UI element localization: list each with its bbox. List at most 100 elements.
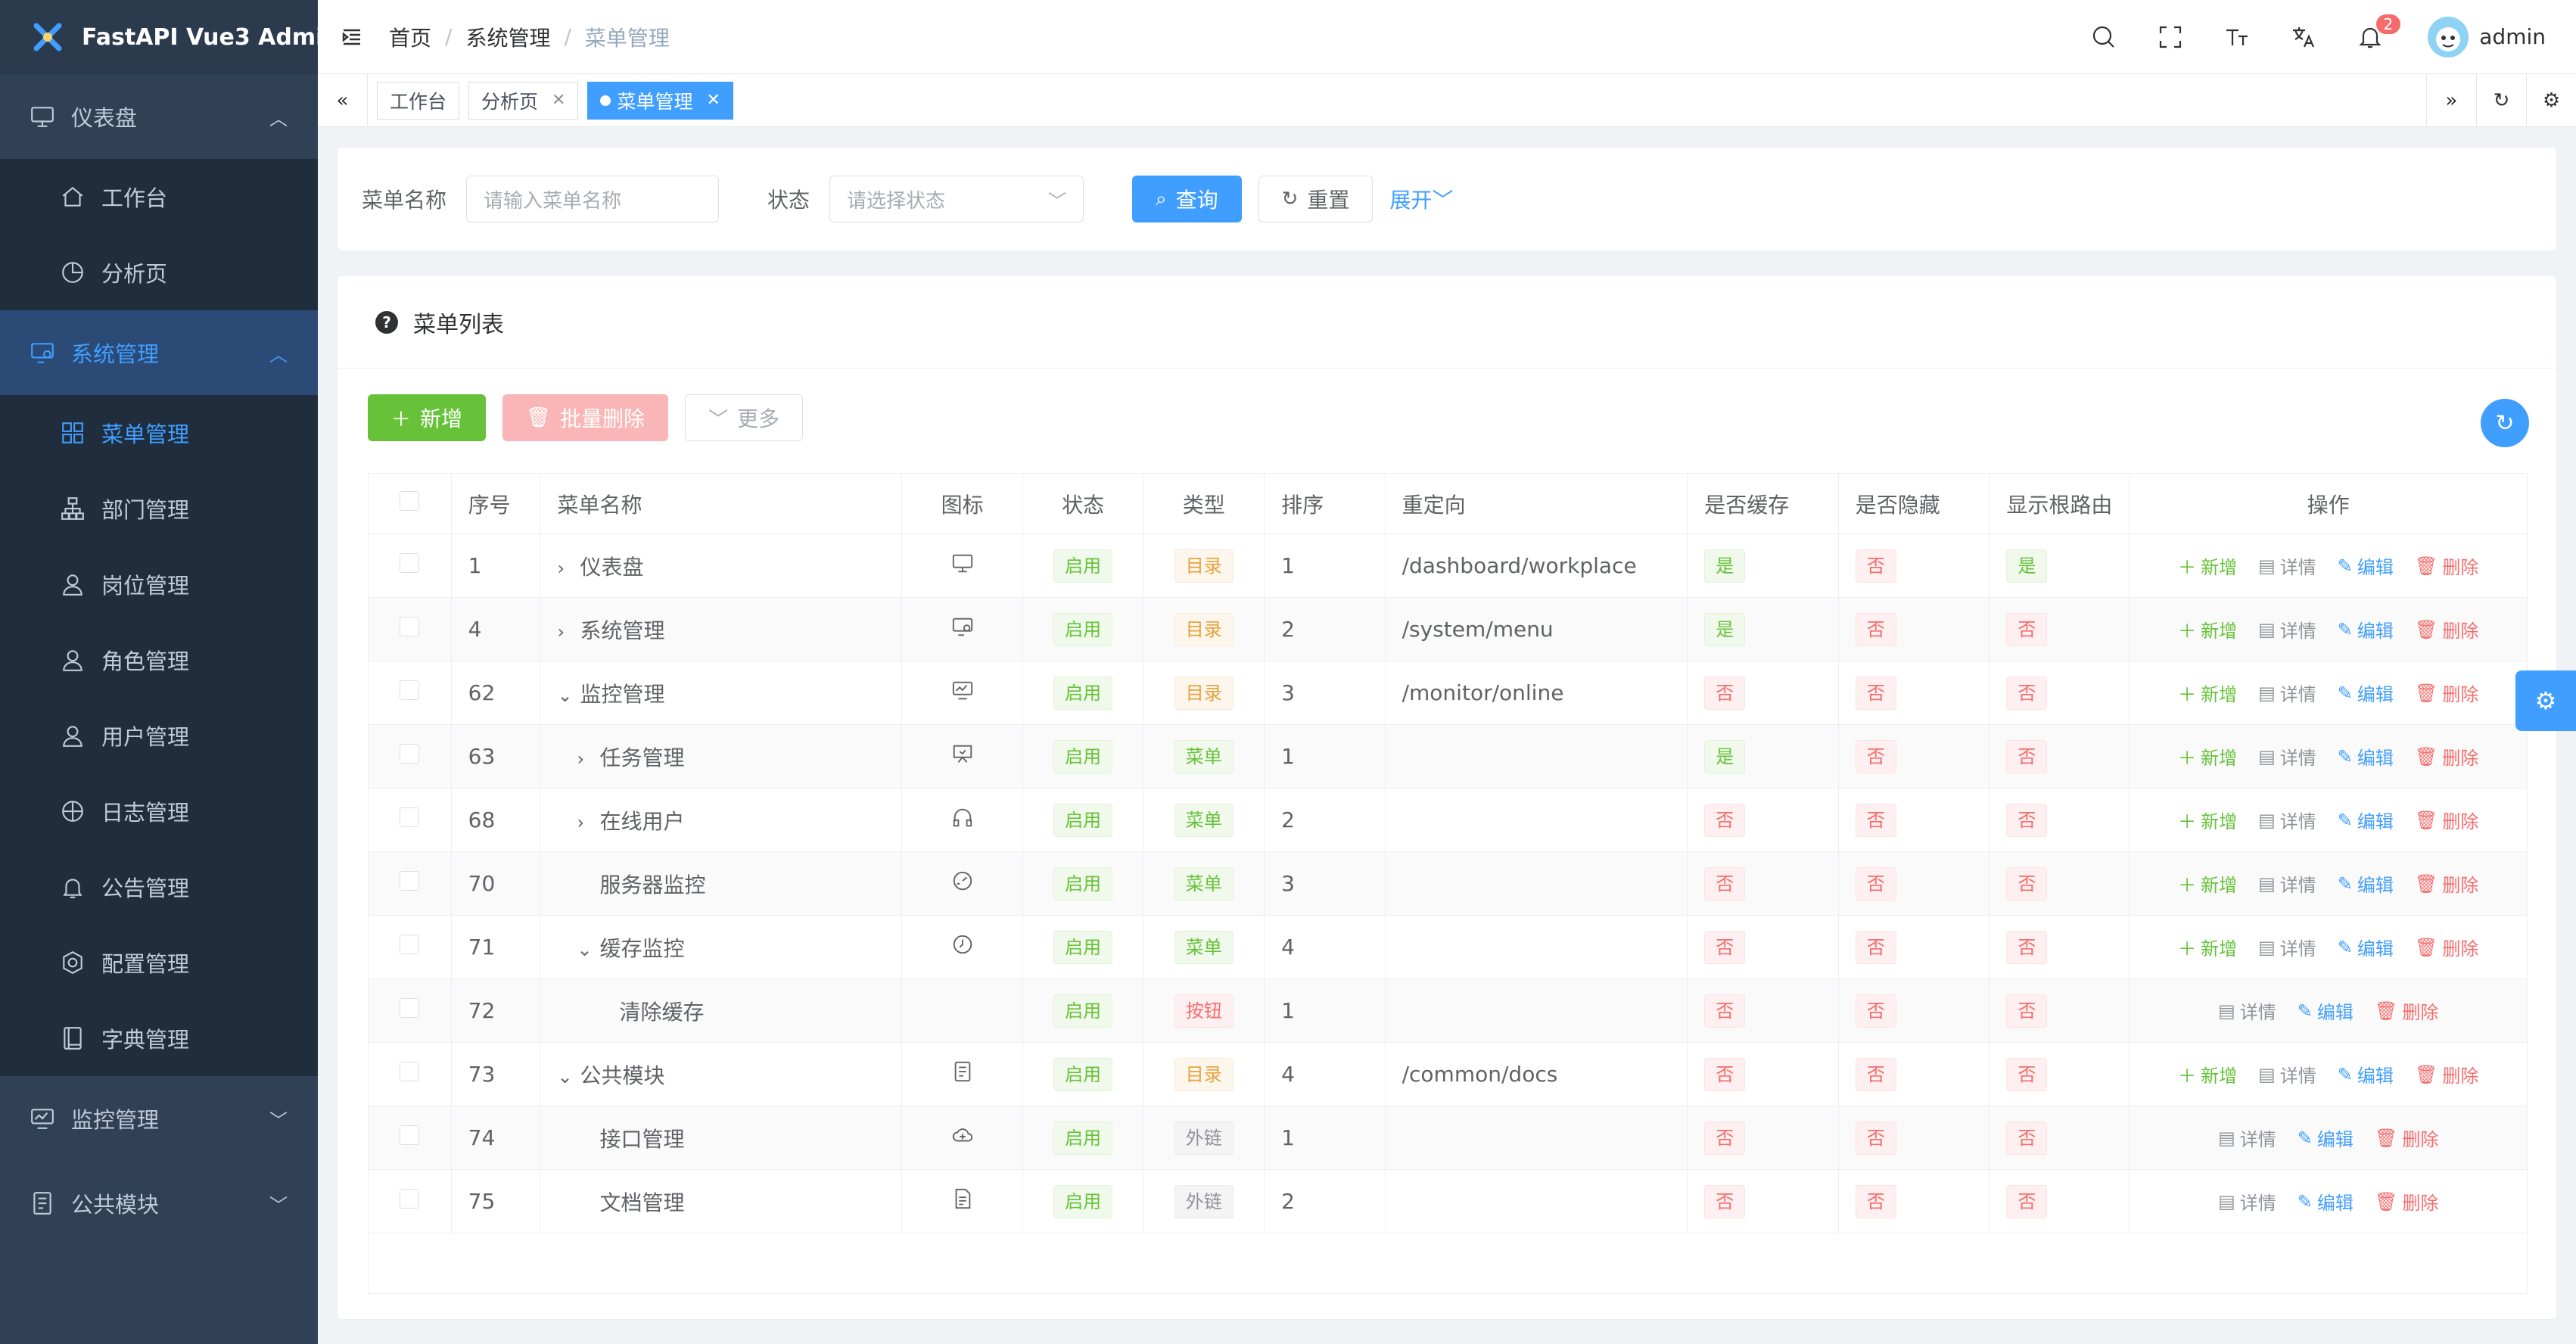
row-add-button[interactable]: ＋新增	[2178, 870, 2237, 897]
query-button[interactable]: ⌕ 查询	[1132, 176, 1242, 222]
row-add-button[interactable]: ＋新增	[2178, 552, 2237, 579]
row-edit-button[interactable]: ✎ 编辑	[2298, 1125, 2354, 1151]
row-detail-button[interactable]: ▤ 详情	[2218, 1125, 2276, 1151]
table-row[interactable]: 72 清除缓存 启用 按钮 1 否 否 否 ▤ 详情 ✎ 编辑 🗑 删除	[368, 978, 2528, 1043]
sidebar-item-13[interactable]: 监控管理 ﹀	[0, 1076, 318, 1161]
row-checkbox[interactable]	[400, 617, 420, 636]
table-refresh-icon[interactable]: ↻	[2481, 399, 2529, 447]
row-edit-button[interactable]: ✎ 编辑	[2298, 1188, 2354, 1215]
sidebar-item-7[interactable]: 角色管理	[0, 622, 318, 698]
select-all-cell[interactable]	[368, 473, 452, 534]
expand-arrow-icon[interactable]: ›	[577, 812, 599, 833]
sidebar-item-5[interactable]: 部门管理	[0, 471, 318, 546]
row-edit-button[interactable]: ✎ 编辑	[2338, 680, 2394, 706]
row-delete-button[interactable]: 🗑 删除	[2375, 997, 2438, 1024]
checkbox-cell[interactable]	[368, 788, 452, 852]
row-checkbox[interactable]	[400, 1125, 420, 1145]
status-select[interactable]: 请选择状态 ﹀	[829, 176, 1084, 222]
row-add-button[interactable]: ＋新增	[2178, 807, 2237, 833]
checkbox-cell[interactable]	[368, 661, 452, 725]
row-checkbox[interactable]	[400, 1189, 420, 1209]
row-detail-button[interactable]: ▤ 详情	[2258, 743, 2316, 770]
row-checkbox[interactable]	[400, 871, 420, 891]
row-edit-button[interactable]: ✎ 编辑	[2338, 1061, 2394, 1087]
refresh-icon[interactable]: ↻	[2476, 73, 2526, 127]
avatar[interactable]	[2428, 16, 2469, 58]
row-edit-button[interactable]: ✎ 编辑	[2338, 616, 2394, 642]
table-row[interactable]: 4 › 系统管理 启用 目录 2/system/menu 是否否＋新增 ▤ 详情 ✎ 编辑 🗑 删除	[368, 597, 2528, 661]
sidebar-item-4[interactable]: 菜单管理	[0, 395, 318, 471]
translate-icon[interactable]	[2288, 22, 2319, 52]
sidebar-item-6[interactable]: 岗位管理	[0, 546, 318, 622]
tag-workplace[interactable]: 工作台	[377, 81, 460, 120]
row-delete-button[interactable]: 🗑 删除	[2415, 680, 2478, 706]
table-row[interactable]: 74 接口管理 启用 外链 1 否 否 否 ▤ 详情 ✎ 编辑 🗑 删除	[368, 1106, 2528, 1170]
expand-arrow-icon[interactable]: ›	[557, 621, 580, 642]
row-delete-button[interactable]: 🗑 删除	[2415, 616, 2478, 642]
checkbox-cell[interactable]	[368, 597, 452, 661]
checkbox-cell[interactable]	[368, 534, 452, 598]
tags-scroll-left-icon[interactable]: «	[318, 73, 368, 127]
row-checkbox[interactable]	[400, 1062, 420, 1081]
expand-arrow-icon[interactable]: ›	[557, 558, 580, 579]
row-delete-button[interactable]: 🗑 删除	[2415, 934, 2478, 960]
table-row[interactable]: 73 ⌄ 公共模块 启用 目录 4/common/docs 否否否＋新增 ▤ 详情 ✎ 编辑 🗑 删除	[368, 1042, 2528, 1106]
row-edit-button[interactable]: ✎ 编辑	[2298, 997, 2354, 1024]
question-icon[interactable]: ?	[375, 310, 398, 334]
table-row[interactable]: 62 ⌄ 监控管理 启用 目录 3/monitor/online 否否否＋新增 ▤ 详情 ✎ 编辑 🗑…	[368, 661, 2528, 725]
username[interactable]: admin	[2479, 24, 2546, 49]
reset-button[interactable]: ↻ 重置	[1258, 176, 1374, 222]
table-row[interactable]: 68 › 在线用户 启用 菜单 2 否否否＋新增 ▤ 详情 ✎ 编辑 🗑 删除	[368, 788, 2528, 852]
row-detail-button[interactable]: ▤ 详情	[2258, 680, 2316, 706]
row-detail-button[interactable]: ▤ 详情	[2218, 1188, 2276, 1215]
row-delete-button[interactable]: 🗑 删除	[2375, 1188, 2438, 1215]
row-add-button[interactable]: ＋新增	[2178, 743, 2237, 770]
font-size-icon[interactable]	[2222, 22, 2252, 52]
batch-delete-button[interactable]: 🗑 批量删除	[502, 394, 669, 441]
app-logo[interactable]: FastAPI Vue3 Admin	[0, 0, 340, 74]
row-delete-button[interactable]: 🗑 删除	[2415, 552, 2478, 579]
row-detail-button[interactable]: ▤ 详情	[2258, 616, 2316, 642]
add-button[interactable]: ＋ 新增	[368, 394, 487, 441]
row-edit-button[interactable]: ✎ 编辑	[2338, 807, 2394, 833]
collapse-arrow-icon[interactable]: ⌄	[577, 939, 599, 960]
row-delete-button[interactable]: 🗑 删除	[2415, 743, 2478, 770]
sidebar-item-12[interactable]: 字典管理	[0, 1000, 318, 1076]
menu-fold-icon[interactable]	[341, 26, 363, 48]
checkbox-cell[interactable]	[368, 724, 452, 789]
row-detail-button[interactable]: ▤ 详情	[2218, 997, 2276, 1024]
checkbox-cell[interactable]	[368, 1169, 452, 1234]
search-icon[interactable]	[2089, 22, 2119, 52]
breadcrumb-home[interactable]: 首页	[389, 22, 431, 52]
tags-scroll-right-icon[interactable]: »	[2426, 73, 2476, 127]
row-delete-button[interactable]: 🗑 删除	[2375, 1125, 2438, 1151]
table-row[interactable]: 75 文档管理 启用 外链 2 否 否 否 ▤ 详情 ✎ 编辑 🗑 删除	[368, 1169, 2528, 1234]
row-checkbox[interactable]	[400, 998, 420, 1018]
sidebar-item-3[interactable]: 系统管理 ︿	[0, 310, 318, 395]
more-button[interactable]: ﹀ 更多	[685, 394, 804, 441]
expand-link[interactable]: 展开﹀	[1389, 184, 1453, 214]
checkbox-cell[interactable]	[368, 1106, 452, 1170]
row-checkbox[interactable]	[400, 553, 420, 573]
settings-float-icon[interactable]: ⚙	[2515, 670, 2576, 731]
row-delete-button[interactable]: 🗑 删除	[2415, 1061, 2478, 1087]
checkbox-cell[interactable]	[368, 851, 452, 916]
row-checkbox[interactable]	[400, 744, 420, 764]
notification-bell-icon[interactable]: 2	[2355, 12, 2403, 52]
row-add-button[interactable]: ＋新增	[2178, 1061, 2237, 1087]
row-checkbox[interactable]	[400, 807, 420, 827]
select-all-checkbox[interactable]	[400, 491, 420, 511]
sidebar-item-8[interactable]: 用户管理	[0, 698, 318, 773]
fullscreen-icon[interactable]	[2155, 22, 2186, 52]
close-icon[interactable]: ✕	[706, 91, 720, 110]
sidebar-item-11[interactable]: 配置管理	[0, 925, 318, 1000]
row-delete-button[interactable]: 🗑 删除	[2415, 807, 2478, 833]
collapse-arrow-icon[interactable]: ⌄	[557, 685, 580, 706]
row-detail-button[interactable]: ▤ 详情	[2258, 807, 2316, 833]
table-row[interactable]: 63 › 任务管理 启用 菜单 1 是否否＋新增 ▤ 详情 ✎ 编辑 🗑 删除	[368, 724, 2528, 789]
row-add-button[interactable]: ＋新增	[2178, 934, 2237, 960]
table-row[interactable]: 70 服务器监控 启用 菜单 3 否 否 否 ＋新增 ▤ 详情 ✎ 编辑 🗑 删除	[368, 851, 2528, 916]
breadcrumb-system[interactable]: 系统管理	[465, 22, 550, 52]
row-edit-button[interactable]: ✎ 编辑	[2338, 743, 2394, 770]
row-detail-button[interactable]: ▤ 详情	[2258, 1061, 2316, 1087]
